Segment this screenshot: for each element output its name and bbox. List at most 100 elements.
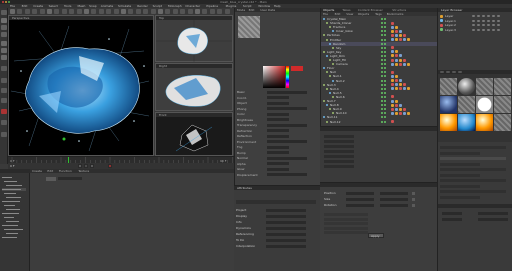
coordinate-checkbox[interactable] (412, 197, 415, 201)
object-tag-icon[interactable] (407, 111, 410, 115)
coordinate-value-field[interactable] (324, 155, 354, 158)
attribute-field[interactable] (267, 96, 289, 99)
coordinate-option-row[interactable] (324, 213, 368, 216)
layer-name[interactable]: Layer.2 (445, 23, 456, 27)
object-tag-icon[interactable] (395, 83, 398, 87)
visibility-dot[interactable] (381, 26, 383, 29)
lower-list-item[interactable] (2, 200, 26, 203)
layer-toggle-icon[interactable] (487, 19, 490, 22)
render-dot[interactable] (384, 104, 386, 107)
attribute-field[interactable] (267, 90, 307, 94)
material-ball-1[interactable] (440, 78, 457, 95)
toolbar-tool-icon[interactable] (121, 9, 126, 14)
layer-toggle-icon[interactable] (482, 15, 485, 17)
object-tag-icon[interactable] (403, 33, 406, 37)
toolbar-tool-icon[interactable] (98, 9, 104, 14)
toolbar-tool-icon[interactable] (39, 9, 45, 14)
visibility-dot[interactable] (381, 46, 383, 49)
model-mode-icon[interactable] (1, 18, 7, 23)
lower-list-item[interactable] (2, 176, 26, 179)
object-tag-icon[interactable] (403, 107, 406, 111)
coordinate-value-field[interactable] (324, 140, 354, 143)
lower-attribute-field[interactable] (266, 208, 306, 212)
layer-toggle-icon[interactable] (482, 28, 485, 31)
lower-list-item[interactable] (2, 188, 26, 191)
visibility-dot[interactable] (381, 91, 383, 94)
render-dot[interactable] (384, 116, 386, 119)
render-dot[interactable] (384, 75, 386, 78)
lower-attribute-field[interactable] (266, 214, 306, 218)
attribute-menu-user-data[interactable]: User Data (260, 8, 275, 12)
attribute-field[interactable] (267, 140, 307, 143)
visibility-dot[interactable] (381, 112, 383, 115)
object-tag-icon[interactable] (391, 83, 394, 87)
object-tag-icon[interactable] (395, 25, 398, 29)
layer-toggle-icon[interactable] (472, 24, 475, 26)
timeline[interactable]: 0 F 90 F (8, 156, 234, 163)
object-tag-icon[interactable] (391, 29, 394, 33)
object-tag-icon[interactable] (407, 87, 410, 91)
object-menu-file[interactable]: File (323, 12, 328, 16)
layer-toggle-icon[interactable] (492, 19, 495, 22)
right-attribute-row[interactable] (440, 179, 506, 182)
object-tag-icon[interactable] (399, 54, 402, 58)
layer-toggle-icon[interactable] (477, 15, 480, 17)
attribute-field[interactable] (267, 107, 307, 110)
material-ball-6[interactable] (458, 96, 475, 113)
render-dot[interactable] (384, 46, 386, 49)
right-viewport[interactable]: Right (155, 63, 233, 111)
render-dot[interactable] (384, 67, 386, 70)
material-grid-tool-icon[interactable] (458, 71, 462, 73)
solo-icon[interactable] (1, 120, 7, 125)
right-attribute-row[interactable] (440, 151, 480, 155)
layer-toggle-icon[interactable] (482, 24, 485, 26)
render-dot[interactable] (384, 79, 386, 82)
object-tag-icon[interactable] (399, 33, 402, 37)
object-tag-icon[interactable] (395, 62, 398, 66)
render-dot[interactable] (384, 63, 386, 66)
coordinate-checkbox[interactable] (412, 191, 415, 195)
visibility-dot[interactable] (381, 42, 383, 45)
lower-list-item[interactable] (2, 228, 26, 231)
object-tag-icon[interactable] (395, 79, 398, 82)
object-tag-icon[interactable] (391, 120, 394, 123)
snap-icon[interactable] (1, 78, 7, 83)
polygons-mode-icon[interactable] (1, 55, 7, 60)
material-ball-5[interactable] (440, 96, 457, 113)
toolbar-tool-icon[interactable] (24, 9, 30, 14)
toolbar-tool-icon[interactable] (217, 9, 223, 14)
toolbar-tool-icon[interactable] (128, 9, 134, 14)
attribute-menu-mode[interactable]: Mode (237, 8, 245, 12)
object-tag-icon[interactable] (399, 103, 402, 107)
visibility-dot[interactable] (381, 75, 383, 78)
material-slot[interactable] (46, 177, 56, 181)
render-dot[interactable] (384, 38, 386, 41)
object-tag-icon[interactable] (403, 87, 406, 91)
toolbar-tool-icon[interactable] (32, 9, 38, 14)
object-tag-icon[interactable] (391, 25, 394, 29)
object-menu-view[interactable]: View (346, 12, 353, 16)
object-tag-icon[interactable] (395, 38, 398, 41)
layer-toggle-icon[interactable] (497, 24, 500, 26)
render-dot[interactable] (384, 22, 386, 25)
attribute-field[interactable] (267, 129, 289, 132)
go-to-end-button[interactable] (90, 164, 94, 168)
visibility-dot[interactable] (381, 38, 383, 41)
object-tag-icon[interactable] (403, 38, 406, 41)
visibility-dot[interactable] (381, 87, 383, 90)
toolbar-tool-icon[interactable] (158, 9, 163, 14)
edges-mode-icon[interactable] (1, 48, 7, 53)
material-grid-tool-icon[interactable] (452, 71, 456, 73)
material-ball-2[interactable] (458, 78, 475, 95)
toolbar-tool-icon[interactable] (113, 9, 119, 14)
go-to-start-button[interactable] (78, 164, 82, 168)
object-tag-icon[interactable] (407, 62, 410, 66)
object-tag-icon[interactable] (391, 54, 394, 58)
attribute-field[interactable] (267, 145, 289, 149)
right-attribute-row[interactable] (440, 190, 506, 193)
object-tag-icon[interactable] (399, 62, 402, 66)
workplane-icon[interactable] (1, 88, 7, 93)
right-attribute-row[interactable] (440, 195, 480, 199)
toolbar-tool-icon[interactable] (180, 9, 186, 14)
object-tag-icon[interactable] (391, 103, 394, 107)
